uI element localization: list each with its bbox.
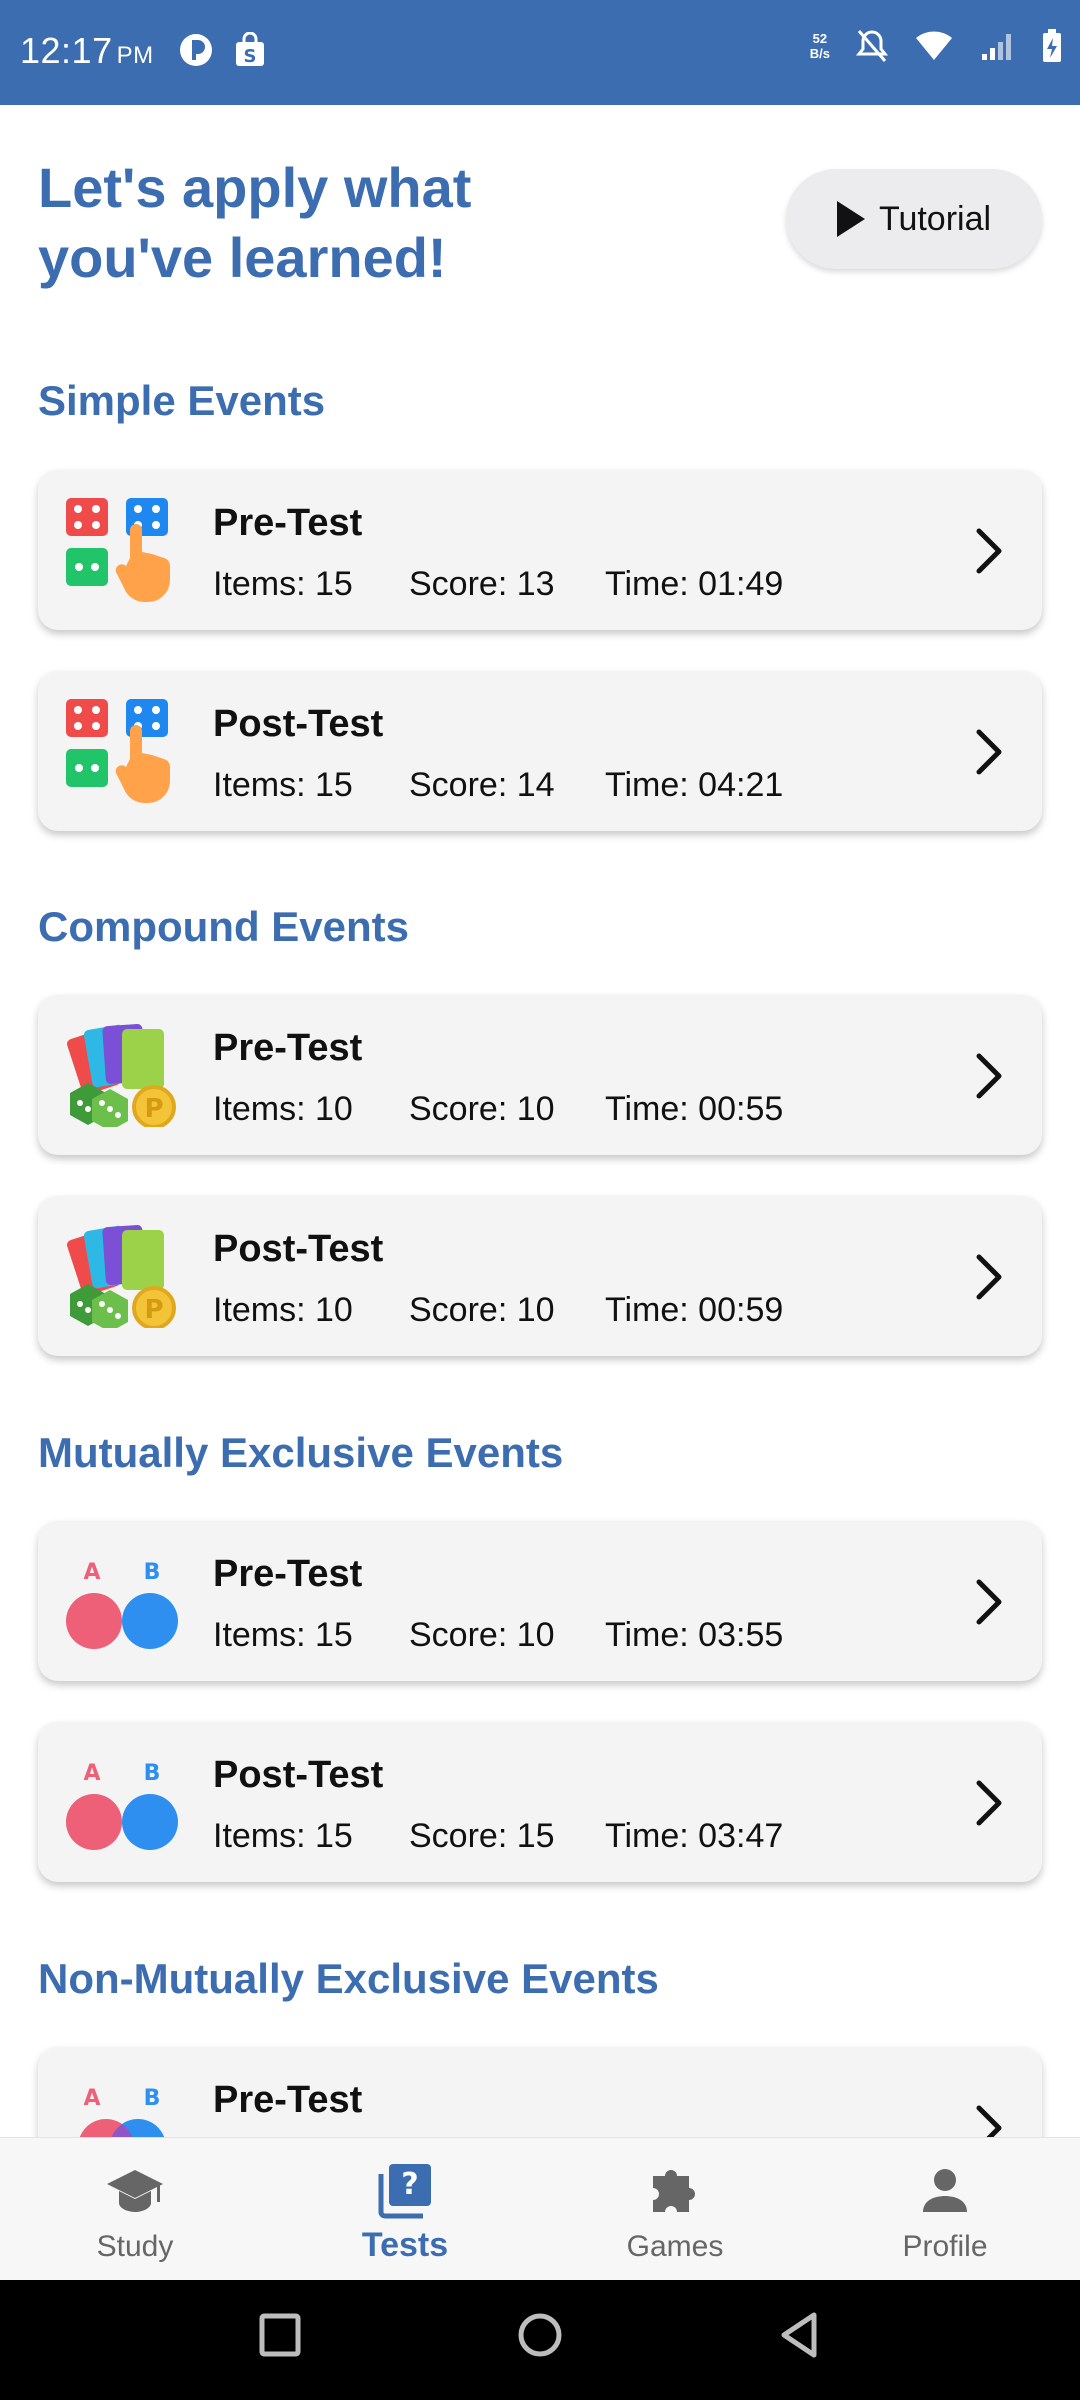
- test-card-mutex-pre[interactable]: A B Pre-Test Items: 15 Score: 10 Time: 0…: [38, 1521, 1042, 1681]
- nav-label: Study: [96, 2230, 174, 2263]
- battery-charging-icon: [1043, 29, 1061, 62]
- svg-text:P: P: [144, 1295, 163, 1325]
- back-icon[interactable]: [778, 2310, 822, 2360]
- quiz-icon: ?: [378, 2164, 431, 2219]
- mute-icon: [856, 30, 888, 62]
- test-time: Time: 03:55: [605, 1616, 784, 1654]
- test-name: Post-Test: [213, 1754, 384, 1796]
- test-score: Score: 15: [409, 1817, 555, 1855]
- tutorial-label: Tutorial: [878, 199, 992, 238]
- chevron-right-icon: [976, 528, 1002, 574]
- nav-profile[interactable]: Profile: [810, 2138, 1080, 2281]
- wifi-icon: [916, 31, 952, 60]
- net-speed-unit: B/s: [809, 46, 830, 61]
- svg-text:A: A: [83, 1560, 100, 1585]
- play-icon: [836, 201, 865, 237]
- test-card-compound-pre[interactable]: P Pre-Test Items: 10 Score: 10 Time: 00:…: [38, 995, 1042, 1155]
- section-title-non-mutually-exclusive: Non-Mutually Exclusive Events: [38, 1955, 659, 2002]
- test-time: Time: 03:47: [605, 1817, 784, 1855]
- nav-label: Tests: [361, 2226, 449, 2264]
- app-notification-icon: [180, 34, 212, 66]
- svg-text:S: S: [244, 46, 257, 67]
- section-title-compound-events: Compound Events: [38, 903, 410, 950]
- test-name: Post-Test: [213, 703, 384, 745]
- section-title-simple-events: Simple Events: [38, 377, 326, 424]
- dice-hand-icon: [66, 498, 171, 602]
- test-score: Score: 10: [409, 1616, 555, 1654]
- test-card-simple-post[interactable]: Post-Test Items: 15 Score: 14 Time: 04:2…: [38, 671, 1042, 831]
- section-title-mutually-exclusive: Mutually Exclusive Events: [38, 1429, 564, 1476]
- test-name: Pre-Test: [213, 1027, 363, 1069]
- nav-label: Games: [626, 2230, 724, 2263]
- nav-label: Profile: [902, 2230, 988, 2263]
- svg-text:B: B: [144, 1761, 161, 1786]
- test-name: Pre-Test: [213, 1553, 363, 1595]
- shopping-bag-icon: S: [236, 32, 264, 67]
- svg-text:P: P: [144, 1094, 163, 1124]
- status-bar: 12:17 PM S 52 B/s: [0, 0, 1080, 105]
- chevron-right-icon: [976, 1780, 1002, 1826]
- signal-icon: [982, 34, 1011, 60]
- tutorial-button[interactable]: Tutorial: [786, 169, 1042, 269]
- test-items: Items: 15: [213, 1817, 353, 1855]
- svg-text:B: B: [144, 2086, 161, 2111]
- cards-dice-coin-icon: P: [67, 1225, 176, 1328]
- disjoint-circles-icon: A B: [66, 1560, 178, 1649]
- system-navigation-bar: [0, 2280, 1080, 2400]
- test-time: Time: 00:59: [605, 1291, 784, 1329]
- test-score: Score: 10: [409, 1090, 555, 1128]
- chevron-right-icon: [976, 1053, 1002, 1099]
- svg-text:A: A: [83, 2086, 100, 2111]
- puzzle-icon: [653, 2170, 695, 2212]
- svg-text:A: A: [83, 1761, 100, 1786]
- disjoint-circles-icon: A B: [66, 1761, 178, 1850]
- test-name: Post-Test: [213, 1228, 384, 1270]
- test-name: Pre-Test: [213, 502, 363, 544]
- chevron-right-icon: [976, 729, 1002, 775]
- graduation-cap-icon: [107, 2170, 163, 2212]
- test-name: Pre-Test: [213, 2079, 363, 2121]
- net-speed: 52 B/s: [810, 31, 830, 61]
- test-card-compound-post[interactable]: P Post-Test Items: 10 Score: 10 Time: 00…: [38, 1196, 1042, 1356]
- person-icon: [923, 2169, 967, 2212]
- status-time: 12:17 PM: [20, 30, 154, 72]
- page-title: Let's apply what you've learned!: [38, 156, 472, 289]
- bottom-navigation: Study ? Tests Games Profile: [0, 2137, 1080, 2280]
- test-score: Score: 13: [409, 565, 555, 603]
- test-card-simple-pre[interactable]: Pre-Test Items: 15 Score: 13 Time: 01:49: [38, 470, 1042, 630]
- test-card-nonmutex-pre[interactable]: A B Pre-Test: [38, 2047, 1042, 2137]
- nav-games[interactable]: Games: [540, 2138, 810, 2281]
- overlapping-circles-icon: A B: [79, 2086, 165, 2137]
- dice-hand-icon: [66, 699, 171, 803]
- nav-tests[interactable]: ? Tests: [270, 2138, 540, 2281]
- test-items: Items: 15: [213, 766, 353, 804]
- test-items: Items: 15: [213, 565, 353, 603]
- status-ampm: PM: [116, 42, 154, 69]
- test-items: Items: 15: [213, 1616, 353, 1654]
- test-items: Items: 10: [213, 1090, 353, 1128]
- svg-text:?: ?: [401, 2167, 418, 2202]
- chevron-right-icon: [976, 1254, 1002, 1300]
- cards-dice-coin-icon: P: [67, 1024, 176, 1127]
- nav-study[interactable]: Study: [0, 2138, 270, 2281]
- net-speed-value: 52: [812, 31, 828, 46]
- test-time: Time: 04:21: [605, 766, 784, 804]
- test-time: Time: 00:55: [605, 1090, 784, 1128]
- status-time-value: 12:17: [20, 30, 113, 71]
- test-score: Score: 10: [409, 1291, 555, 1329]
- recent-apps-icon[interactable]: [258, 2310, 302, 2360]
- test-score: Score: 14: [409, 766, 555, 804]
- chevron-right-icon: [976, 2105, 1002, 2137]
- status-right-group: 52 B/s: [810, 28, 1062, 64]
- test-time: Time: 01:49: [605, 565, 784, 603]
- test-items: Items: 10: [213, 1291, 353, 1329]
- tests-content[interactable]: Let's apply what you've learned! Tutoria…: [0, 105, 1080, 2137]
- test-card-mutex-post[interactable]: A B Post-Test Items: 15 Score: 15 Time: …: [38, 1722, 1042, 1882]
- chevron-right-icon: [976, 1579, 1002, 1625]
- home-icon[interactable]: [516, 2310, 564, 2360]
- svg-text:B: B: [144, 1560, 161, 1585]
